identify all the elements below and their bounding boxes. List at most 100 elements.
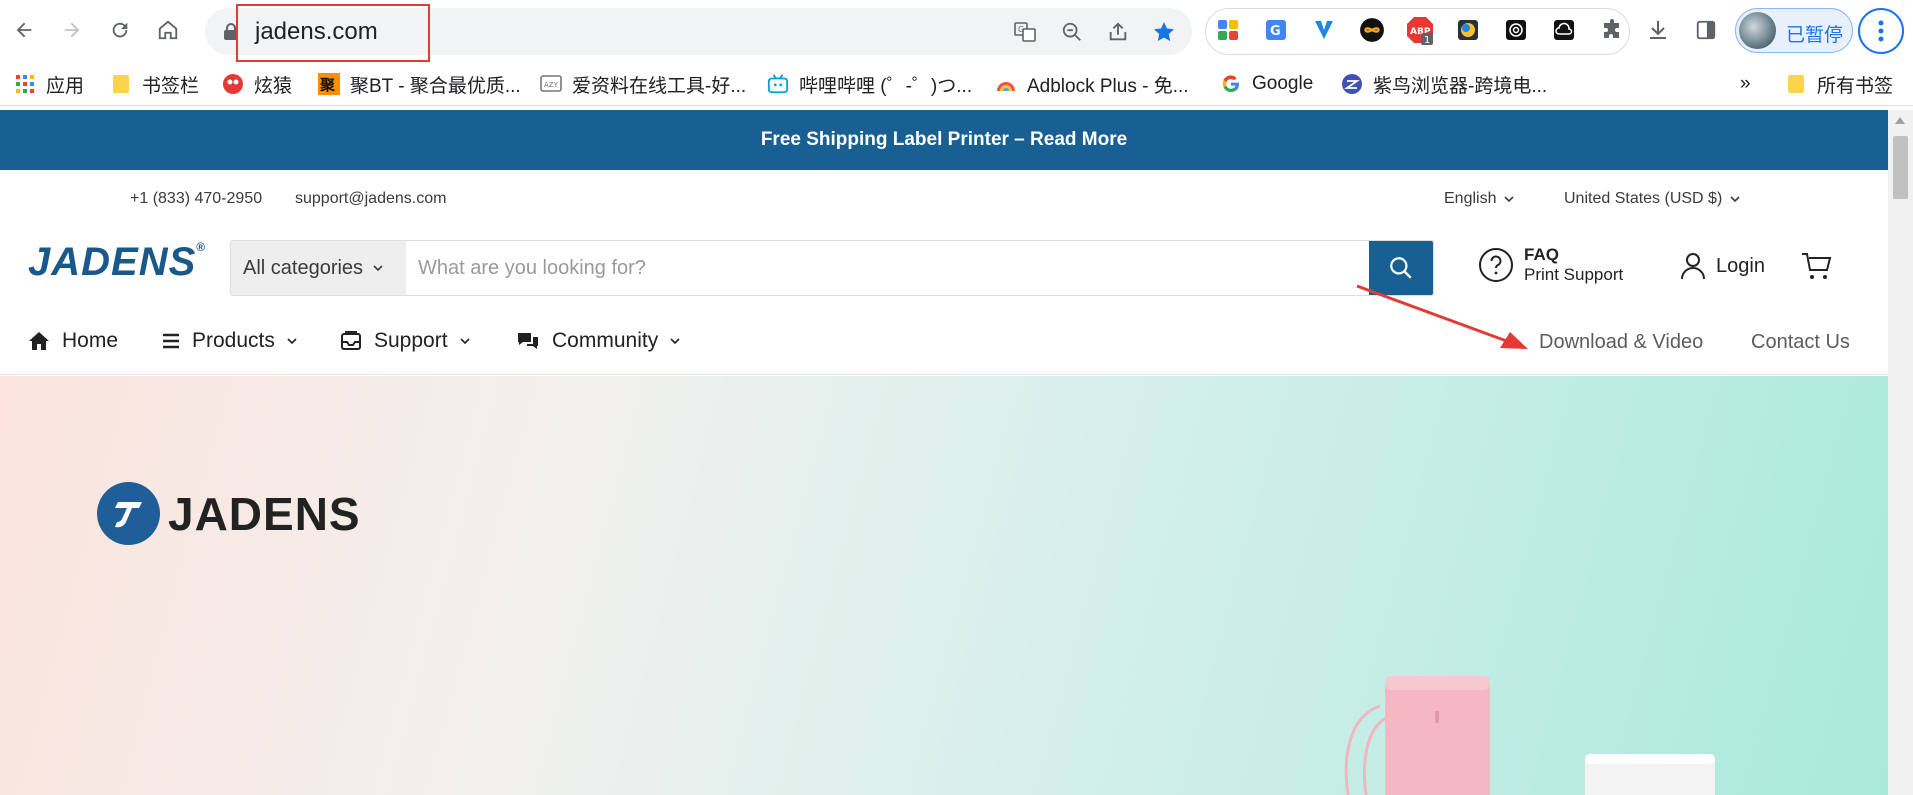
search-icon [1390, 257, 1412, 279]
bookmark-label: 炫猿 [254, 75, 293, 97]
bookmark-label: 所有书签 [1817, 75, 1894, 97]
user-icon [1681, 253, 1705, 280]
page-scrollbar[interactable] [1888, 110, 1913, 795]
browser-toolbar: jadens.com G G ABP 1 已暂停 [0, 0, 1913, 62]
nav-label: Home [62, 329, 119, 352]
side-panel-icon[interactable] [1688, 12, 1724, 48]
chevron-down-icon [287, 338, 297, 345]
xuanyuan-icon [222, 73, 244, 95]
email-link[interactable]: support@jadens.com [295, 190, 446, 208]
bookmark-google[interactable]: Google [1220, 70, 1313, 98]
nav-support[interactable]: Support [340, 329, 470, 353]
nav-label: Support [374, 329, 448, 352]
bookmark-aizhiliao[interactable]: AZY 爱资料在线工具-好... [540, 70, 746, 98]
back-arrow-icon [16, 22, 32, 38]
bookmark-all-bookmarks[interactable]: 所有书签 [1785, 70, 1893, 98]
hero-brand-text: JADENS [168, 487, 361, 540]
scroll-up-arrow-icon[interactable] [1895, 117, 1905, 124]
bookmark-bilibili[interactable]: 哔哩哔哩 (゜-゜)つ... [767, 70, 972, 98]
browser-menu-button[interactable] [1858, 8, 1904, 54]
nav-label: Products [192, 329, 275, 352]
forward-button[interactable] [52, 10, 92, 50]
reload-button[interactable] [100, 10, 140, 50]
back-button[interactable] [4, 10, 44, 50]
svg-text:G: G [1018, 25, 1024, 34]
faq-link[interactable]: FAQ Print Support [1478, 245, 1623, 285]
overflow-chevron: » [1740, 73, 1751, 94]
announcement-text[interactable]: Free Shipping Label Printer – Read More [761, 129, 1127, 151]
share-icon[interactable] [1103, 17, 1133, 47]
nav-download-video[interactable]: Download & Video [1539, 331, 1703, 354]
scrollbar-thumb[interactable] [1893, 136, 1908, 199]
faq-title: FAQ [1524, 245, 1559, 264]
profile-button[interactable]: 已暂停 [1735, 8, 1853, 53]
extension-vpn-icon[interactable] [1306, 12, 1342, 48]
bookmark-folder-bar[interactable]: 书签栏 [110, 70, 199, 98]
currency-selector[interactable]: United States (USD $) [1564, 190, 1740, 208]
home-icon [158, 20, 178, 40]
announcement-bar[interactable]: Free Shipping Label Printer – Read More [0, 110, 1888, 170]
adblock-icon [995, 73, 1017, 95]
question-circle-icon [1479, 248, 1513, 282]
chevron-down-icon [670, 338, 680, 345]
login-label: Login [1716, 254, 1765, 277]
chevron-down-icon [1504, 196, 1515, 203]
hero-banner[interactable]: JADENS [0, 376, 1888, 795]
aizhiliao-icon: AZY [540, 73, 562, 95]
bookmarks-overflow-button[interactable]: » [1740, 70, 1751, 98]
bookmark-adblock-plus[interactable]: Adblock Plus - 免... [995, 70, 1189, 98]
folder-icon [1785, 73, 1807, 95]
utility-bar: +1 (833) 470-2950 support@jadens.com Eng… [0, 170, 1888, 230]
extension-cloud-icon[interactable] [1546, 12, 1582, 48]
nav-products[interactable]: Products [162, 329, 297, 353]
nav-contact-us[interactable]: Contact Us [1751, 331, 1850, 354]
extension-apps-icon[interactable] [1210, 12, 1246, 48]
extension-infinity-icon[interactable] [1354, 12, 1390, 48]
svg-text:AZY: AZY [544, 81, 559, 89]
nav-home[interactable]: Home [28, 329, 118, 353]
bookmark-apps[interactable]: 应用 [14, 70, 84, 98]
svg-text:G: G [1270, 24, 1281, 39]
extension-google-translate-icon[interactable]: G [1258, 12, 1294, 48]
category-label: All categories [243, 256, 364, 279]
url-highlight-annotation [236, 4, 430, 62]
cart-icon [1802, 253, 1832, 279]
bookmark-jubt[interactable]: 聚 聚BT - 聚合最优质... [318, 70, 521, 98]
chat-bubbles-icon [518, 333, 538, 349]
category-select[interactable]: All categories [231, 241, 406, 295]
search-input[interactable] [406, 241, 1369, 295]
phone-link[interactable]: +1 (833) 470-2950 [130, 190, 262, 208]
extensions-puzzle-icon[interactable] [1594, 12, 1630, 48]
site-logo-text: JADENS [28, 240, 197, 284]
bookmark-label: 爱资料在线工具-好... [572, 75, 747, 97]
download-icon[interactable] [1640, 12, 1676, 48]
language-selector[interactable]: English [1444, 190, 1515, 208]
translate-page-icon[interactable]: G [1010, 17, 1040, 47]
chevron-down-icon [373, 265, 383, 272]
currency-label: United States (USD $) [1564, 190, 1723, 207]
search-bar: All categories [230, 240, 1434, 296]
extension-openai-icon[interactable] [1498, 12, 1534, 48]
inbox-icon [341, 331, 361, 350]
login-link[interactable]: Login [1680, 252, 1765, 280]
extension-adblock-icon[interactable]: ABP 1 [1402, 12, 1438, 48]
bookmark-label: 哔哩哔哩 (゜-゜)つ... [799, 75, 973, 97]
extension-colorful-icon[interactable] [1450, 12, 1486, 48]
bookmark-label: 应用 [46, 75, 85, 97]
nav-community[interactable]: Community [516, 329, 680, 353]
bookmark-xuanyuan[interactable]: 炫猿 [222, 70, 292, 98]
bookmark-ziniao[interactable]: 紫鸟浏览器-跨境电... [1341, 70, 1547, 98]
label-printer-image [1344, 676, 1715, 795]
site-logo[interactable]: JADENS® [28, 240, 206, 285]
bookmark-label: 聚BT - 聚合最优质... [350, 75, 521, 97]
google-icon [1220, 73, 1242, 95]
bookmark-star-icon[interactable] [1149, 17, 1179, 47]
zoom-out-icon[interactable] [1057, 17, 1087, 47]
search-button[interactable] [1369, 241, 1433, 295]
home-button[interactable] [148, 10, 188, 50]
chevron-down-icon [1730, 196, 1740, 203]
language-label: English [1444, 190, 1497, 207]
cart-button[interactable] [1800, 250, 1832, 287]
ziniao-icon [1341, 73, 1363, 95]
chevron-down-icon [459, 338, 470, 345]
